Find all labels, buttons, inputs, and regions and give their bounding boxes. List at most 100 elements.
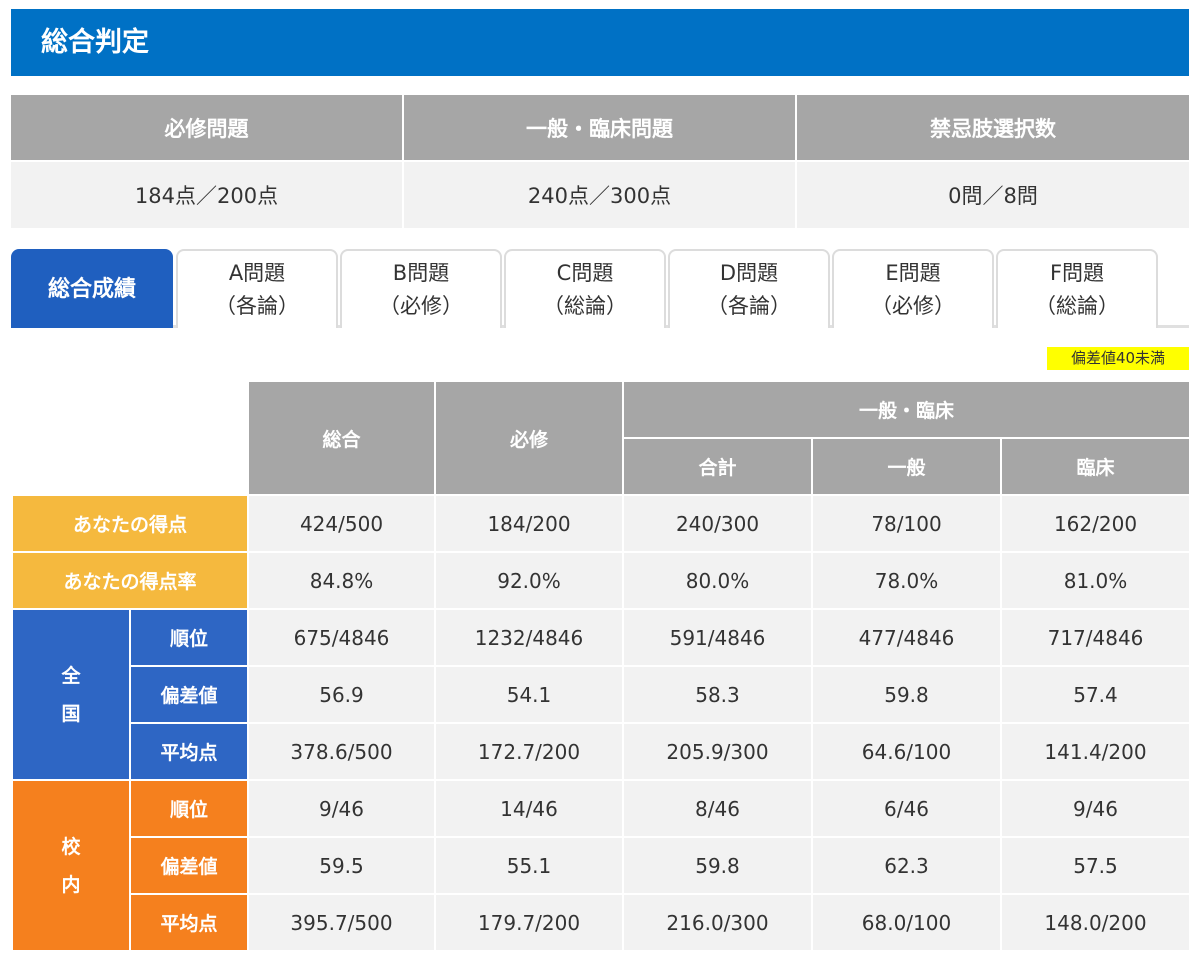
cell: 675/4846 xyxy=(247,608,436,667)
cell: 216.0/300 xyxy=(622,893,813,952)
tab-label: C問題 xyxy=(556,260,614,285)
row-label-school-rank: 順位 xyxy=(129,779,249,838)
cell: 148.0/200 xyxy=(1000,893,1191,952)
cell: 78/100 xyxy=(811,494,1002,553)
col-header-sum: 合計 xyxy=(622,437,813,496)
cell: 59.8 xyxy=(622,836,813,895)
cell: 59.5 xyxy=(247,836,436,895)
group-label-school: 校 内 xyxy=(11,779,131,952)
tab-label: A問題 xyxy=(228,260,286,285)
page-title: 総合判定 xyxy=(11,9,1189,76)
cell: 9/46 xyxy=(1000,779,1191,838)
summary-value-contraindication: 0問／8問 xyxy=(796,160,1189,228)
cell: 240/300 xyxy=(622,494,813,553)
tab-sublabel: （各論） xyxy=(215,293,299,318)
table-row: 偏差値 59.5 55.1 59.8 62.3 57.5 xyxy=(12,836,1191,895)
group-char: 校 xyxy=(61,835,81,858)
cell: 184/200 xyxy=(434,494,624,553)
col-header-general-clinical: 一般・臨床 xyxy=(622,380,1191,439)
cell: 424/500 xyxy=(247,494,436,553)
tab-sublabel: （必修） xyxy=(379,293,463,318)
cell: 172.7/200 xyxy=(434,722,624,781)
row-label-national-average: 平均点 xyxy=(129,722,249,781)
cell: 378.6/500 xyxy=(247,722,436,781)
tab-sublabel: （総論） xyxy=(543,293,627,318)
tab-c[interactable]: C問題 （総論） xyxy=(504,249,666,328)
cell: 55.1 xyxy=(434,836,624,895)
group-char: 全 xyxy=(61,664,81,687)
blank-corner xyxy=(11,380,249,496)
summary-header-contraindication: 禁忌肢選択数 xyxy=(796,95,1189,161)
cell: 14/46 xyxy=(434,779,624,838)
cell: 59.8 xyxy=(811,665,1002,724)
row-label-national-rank: 順位 xyxy=(129,608,249,667)
summary-value-required: 184点／200点 xyxy=(11,160,404,228)
col-header-general: 一般 xyxy=(811,437,1002,496)
cell: 395.7/500 xyxy=(247,893,436,952)
cell: 62.3 xyxy=(811,836,1002,895)
tab-sublabel: （総論） xyxy=(1035,293,1119,318)
cell: 477/4846 xyxy=(811,608,1002,667)
summary-table: 必修問題 一般・臨床問題 禁忌肢選択数 184点／200点 240点／300点 … xyxy=(11,95,1189,228)
cell: 9/46 xyxy=(247,779,436,838)
cell: 8/46 xyxy=(622,779,813,838)
cell: 717/4846 xyxy=(1000,608,1191,667)
cell: 57.5 xyxy=(1000,836,1191,895)
group-char: 国 xyxy=(61,702,81,725)
col-header-total: 総合 xyxy=(247,380,436,496)
cell: 58.3 xyxy=(622,665,813,724)
tab-b[interactable]: B問題 （必修） xyxy=(340,249,502,328)
cell: 56.9 xyxy=(247,665,436,724)
row-label-your-score: あなたの得点 xyxy=(11,494,249,553)
cell: 162/200 xyxy=(1000,494,1191,553)
cell: 92.0% xyxy=(434,551,624,610)
table-row: 校 内 順位 9/46 14/46 8/46 6/46 9/46 xyxy=(11,779,1191,952)
cell: 64.6/100 xyxy=(811,722,1002,781)
tab-label: F問題 xyxy=(1049,260,1105,285)
table-row: あなたの得点 424/500 184/200 240/300 78/100 16… xyxy=(11,494,1191,553)
results-table: 総合 必修 一般・臨床 合計 一般 臨床 あなたの得点 424/500 184/… xyxy=(11,380,1191,952)
tab-f[interactable]: F問題 （総論） xyxy=(996,249,1158,328)
row-label-your-rate: あなたの得点率 xyxy=(11,551,249,610)
tab-sublabel: （必修） xyxy=(871,293,955,318)
cell: 1232/4846 xyxy=(434,608,624,667)
cell: 54.1 xyxy=(434,665,624,724)
col-header-required: 必修 xyxy=(434,380,624,496)
cell: 205.9/300 xyxy=(622,722,813,781)
tab-overall[interactable]: 総合成績 xyxy=(11,249,173,328)
tab-label: D問題 xyxy=(719,260,779,285)
group-char: 内 xyxy=(61,873,81,896)
summary-value-general-clinical: 240点／300点 xyxy=(403,160,797,228)
table-row: あなたの得点率 84.8% 92.0% 80.0% 78.0% 81.0% xyxy=(11,551,1191,610)
tab-e[interactable]: E問題 （必修） xyxy=(832,249,994,328)
tab-label: E問題 xyxy=(885,260,941,285)
summary-header-general-clinical: 一般・臨床問題 xyxy=(403,95,797,161)
tab-label: 総合成績 xyxy=(47,277,136,302)
table-row: 全 国 順位 675/4846 1232/4846 591/4846 477/4… xyxy=(11,608,1191,781)
cell: 78.0% xyxy=(811,551,1002,610)
table-row: 偏差値 56.9 54.1 58.3 59.8 57.4 xyxy=(12,665,1191,724)
cell: 6/46 xyxy=(811,779,1002,838)
cell: 81.0% xyxy=(1000,551,1191,610)
row-label-national-deviation: 偏差値 xyxy=(129,665,249,724)
cell: 179.7/200 xyxy=(434,893,624,952)
cell: 80.0% xyxy=(622,551,813,610)
row-label-school-average: 平均点 xyxy=(129,893,249,952)
tab-d[interactable]: D問題 （各論） xyxy=(668,249,830,328)
table-row: 平均点 395.7/500 179.7/200 216.0/300 68.0/1… xyxy=(12,893,1191,952)
summary-header-required: 必修問題 xyxy=(11,95,404,161)
cell: 84.8% xyxy=(247,551,436,610)
tab-sublabel: （各論） xyxy=(707,293,791,318)
row-label-school-deviation: 偏差値 xyxy=(129,836,249,895)
col-header-clinical: 臨床 xyxy=(1000,437,1191,496)
cell: 57.4 xyxy=(1000,665,1191,724)
cell: 591/4846 xyxy=(622,608,813,667)
cell: 68.0/100 xyxy=(811,893,1002,952)
table-row: 平均点 378.6/500 172.7/200 205.9/300 64.6/1… xyxy=(12,722,1191,781)
tab-a[interactable]: A問題 （各論） xyxy=(176,249,338,328)
result-tabs: 総合成績 A問題 （各論） B問題 （必修） C問題 （総論） D問題 （各論）… xyxy=(11,249,1189,328)
group-label-national: 全 国 xyxy=(11,608,131,781)
cell: 141.4/200 xyxy=(1000,722,1191,781)
tab-label: B問題 xyxy=(392,260,450,285)
legend-below-40: 偏差値40未満 xyxy=(1047,347,1189,370)
